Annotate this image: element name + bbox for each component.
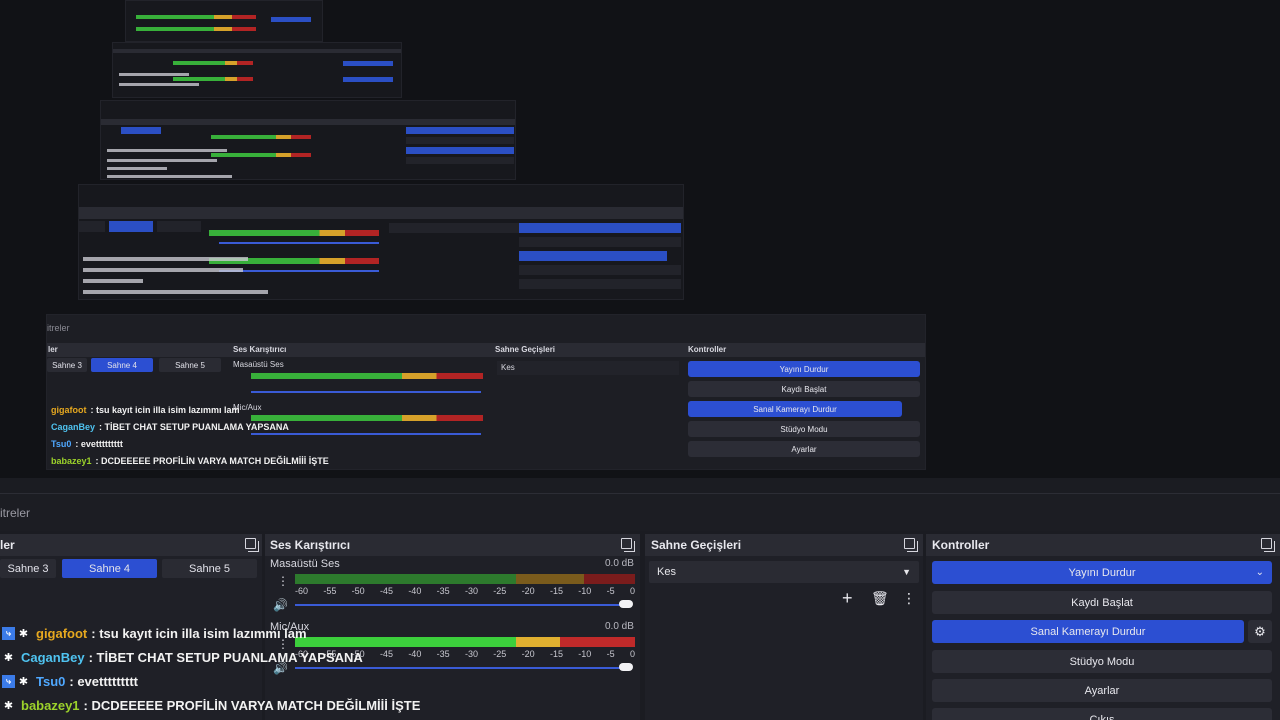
- desktop-audio-volume-knob[interactable]: [619, 600, 633, 608]
- star-icon: ✱: [3, 700, 14, 712]
- mic-aux-db: 0.0 dB: [605, 621, 634, 632]
- exit-button[interactable]: Çıkış: [932, 708, 1272, 720]
- speaker-icon[interactable]: 🔊: [273, 598, 288, 612]
- nested-preview-level-3: [112, 42, 402, 98]
- twitch-icon: ⤷: [2, 675, 15, 688]
- star-icon: ✱: [3, 652, 14, 664]
- nested-preview-level-0: itreler ler Ses Karıştırıcı Sahne Geçişl…: [46, 314, 926, 470]
- nested-preview-level-1: [78, 184, 684, 300]
- dock-float-icon[interactable]: [1261, 538, 1275, 552]
- nested-chat-line-2: CaganBey: TİBET CHAT SETUP PUANLAMA YAPS…: [51, 422, 289, 432]
- gear-icon[interactable]: ⚙: [1248, 620, 1272, 643]
- scene-tab-3[interactable]: Sahne 3: [0, 559, 56, 578]
- desktop-audio-volume-slider[interactable]: [295, 604, 625, 606]
- nested-chat-line-1: gigafoot: tsu kayıt icin illa isim lazım…: [51, 405, 240, 415]
- nested-start-record: Kaydı Başlat: [688, 381, 920, 397]
- transition-select-value: Kes: [657, 566, 676, 578]
- controls-dock: Kontroller Yayını Durdur ⌄ Kaydı Başlat …: [926, 534, 1280, 720]
- desktop-audio-menu-icon[interactable]: ⋮: [277, 574, 289, 588]
- filters-tab[interactable]: itreler: [0, 506, 30, 520]
- preview-canvas[interactable]: itreler ler Ses Karıştırıcı Sahne Geçişl…: [0, 0, 1280, 478]
- dock-float-icon[interactable]: [621, 538, 635, 552]
- start-record-button[interactable]: Kaydı Başlat: [932, 591, 1272, 614]
- mic-aux-meter: [295, 637, 635, 647]
- chat-line: ⤷ ✱ gigafoot : tsu kayıt icin illa isim …: [2, 626, 307, 641]
- nested-controls-header: Kontroller: [688, 345, 727, 354]
- trash-icon[interactable]: 🗑: [871, 590, 889, 607]
- star-icon: ✱: [18, 676, 29, 688]
- nested-desktop-audio-label: Masaüstü Ses: [233, 360, 284, 369]
- scene-tab-4[interactable]: Sahne 4: [62, 559, 157, 578]
- filters-tab-bar: itreler: [0, 493, 1280, 531]
- dock-float-icon[interactable]: [245, 538, 259, 552]
- nested-transitions-header: Sahne Geçişleri: [495, 345, 556, 354]
- nested-scenes-header: ler: [48, 345, 58, 354]
- desktop-audio-ticks: -60 -55 -50 -45 -40 -35 -30 -25 -20 -15 -10 -5 0: [295, 586, 635, 596]
- transition-select[interactable]: Kes ▼: [649, 561, 919, 583]
- studio-mode-button[interactable]: Stüdyo Modu: [932, 650, 1272, 673]
- nested-filters-label: itreler: [47, 323, 70, 333]
- stop-virtual-cam-button[interactable]: Sanal Kamerayı Durdur: [932, 620, 1244, 643]
- stop-stream-button[interactable]: Yayını Durdur ⌄: [932, 561, 1272, 584]
- nested-scene-4: Sahne 4: [91, 358, 153, 372]
- scene-transitions-dock: Sahne Geçişleri Kes ▼ + 🗑 ⋮: [645, 534, 923, 720]
- nested-preview-level-2: [100, 100, 516, 180]
- nested-studio-mode: Stüdyo Modu: [688, 421, 920, 437]
- desktop-audio-meter: [295, 574, 635, 584]
- nested-stop-virtual-cam: Sanal Kamerayı Durdur: [688, 401, 902, 417]
- scene-tab-5[interactable]: Sahne 5: [162, 559, 257, 578]
- transitions-dock-title: Sahne Geçişleri: [651, 538, 742, 552]
- nested-mixer-header: Ses Karıştırıcı: [233, 345, 287, 354]
- chevron-down-icon: ▼: [902, 567, 911, 577]
- twitch-icon: ⤷: [2, 627, 15, 640]
- chevron-down-icon[interactable]: ⌄: [1256, 567, 1264, 578]
- controls-dock-title: Kontroller: [932, 538, 990, 552]
- chat-line: ⤷ ✱ Tsu0 : evettttttttt: [2, 674, 138, 689]
- desktop-audio-db: 0.0 dB: [605, 558, 634, 569]
- nested-chat-line-4: babazey1: DCDEEEEE PROFİLİN VARYA MATCH …: [51, 456, 329, 466]
- nested-settings: Ayarlar: [688, 441, 920, 457]
- scenes-dock-title: ler: [0, 538, 15, 552]
- nested-transition-value: Kes: [501, 363, 515, 372]
- settings-button[interactable]: Ayarlar: [932, 679, 1272, 702]
- mic-aux-volume-knob[interactable]: [619, 663, 633, 671]
- nested-preview-level-4: [125, 0, 323, 42]
- nested-scene-3: Sahne 3: [47, 358, 87, 372]
- mic-aux-volume-slider[interactable]: [295, 667, 625, 669]
- chat-line: ✱ CaganBey : TİBET CHAT SETUP PUANLAMA Y…: [3, 650, 363, 665]
- desktop-audio-label: Masaüstü Ses: [270, 558, 340, 570]
- star-icon: ✱: [18, 628, 29, 640]
- dock-float-icon[interactable]: [904, 538, 918, 552]
- more-options-icon[interactable]: ⋮: [902, 590, 916, 607]
- nested-scene-5: Sahne 5: [159, 358, 221, 372]
- audio-mixer-dock: Ses Karıştırıcı Masaüstü Ses 0.0 dB ⋮ -6…: [265, 534, 640, 720]
- nested-stop-stream: Yayını Durdur: [688, 361, 920, 377]
- nested-chat-line-3: Tsu0: evettttttttt: [51, 439, 123, 449]
- mixer-dock-title: Ses Karıştırıcı: [270, 538, 351, 552]
- add-icon[interactable]: +: [842, 588, 853, 609]
- chat-line: ✱ babazey1 : DCDEEEEE PROFİLİN VARYA MAT…: [3, 698, 421, 713]
